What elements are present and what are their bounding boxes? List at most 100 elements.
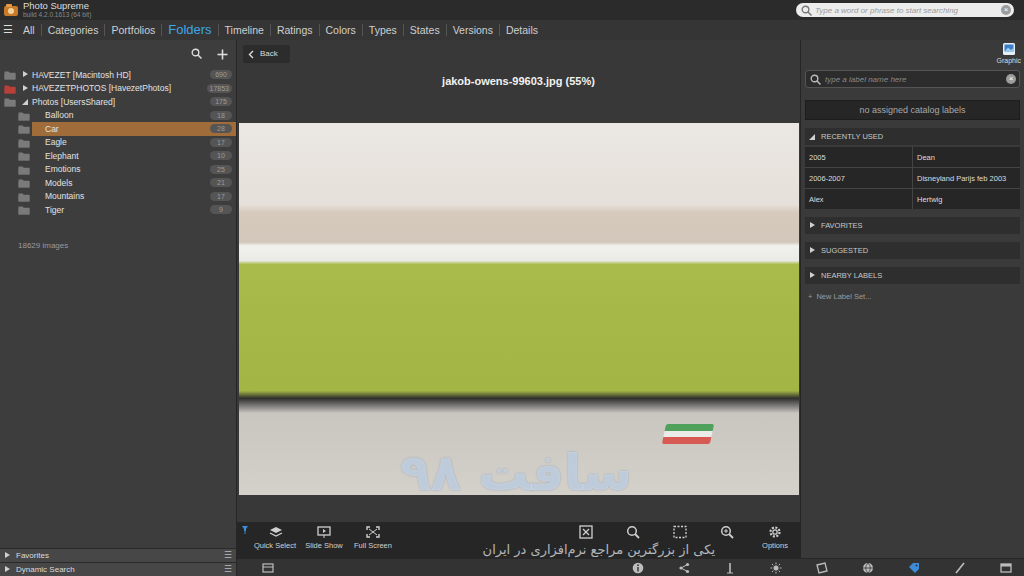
label-chip[interactable]: Disneyland Parijs feb 2003 — [913, 168, 1020, 188]
view-tab[interactable]: Ratings — [270, 24, 319, 36]
count-badge: 175 — [210, 97, 232, 106]
folder-label: Emotions — [45, 164, 210, 174]
tree-item-body[interactable]: Car28 — [32, 122, 236, 136]
toolbar-button[interactable] — [658, 525, 702, 555]
label-chip[interactable]: 2005 — [805, 147, 912, 167]
menu-button[interactable]: ☰ — [3, 23, 13, 36]
label-chip[interactable]: Hertwig — [913, 189, 1020, 209]
section-header[interactable]: NEARBY LABELS — [805, 267, 1020, 284]
view-tab[interactable]: Timeline — [218, 24, 270, 36]
search-icon[interactable] — [810, 74, 821, 85]
new-label-set-button[interactable]: +New Label Set... — [808, 292, 1024, 301]
workspace-panels: Backjakob-owens-99603.jpg (55%)Quick Sel… — [237, 40, 1024, 558]
expand-arrow-icon[interactable] — [4, 552, 10, 559]
tree-item-body[interactable]: HAVEZET [Macintosh HD]690 — [32, 68, 236, 82]
clear-search-button[interactable]: × — [1001, 5, 1011, 15]
view-tab[interactable]: Categories — [41, 24, 105, 36]
quick-select-icon — [267, 525, 283, 539]
search-icon[interactable] — [801, 5, 812, 16]
graphic-button[interactable]: Graphic — [996, 42, 1021, 65]
expand-arrow-icon[interactable] — [22, 71, 28, 78]
count-badge: 28 — [210, 124, 232, 133]
expand-arrow-icon[interactable] — [4, 566, 10, 573]
back-button[interactable]: Back — [243, 45, 290, 63]
workspace: Backjakob-owens-99603.jpg (55%)Quick Sel… — [237, 40, 1024, 576]
toolbar-button[interactable]: Options — [752, 525, 798, 555]
tree-item[interactable]: Tiger9 — [0, 203, 236, 217]
tree-item[interactable]: Balloon18 — [0, 109, 236, 123]
info-icon[interactable] — [632, 562, 644, 574]
view-tab[interactable]: Portfolios — [104, 24, 161, 36]
expand-arrow-icon[interactable] — [809, 222, 815, 229]
tree-item-body[interactable]: Emotions25 — [32, 163, 236, 177]
toolbar-button[interactable]: Slide Show — [301, 525, 347, 555]
toolbar-button[interactable]: Full Screen — [350, 525, 396, 555]
folder-label: Tiger — [45, 205, 210, 215]
share-icon[interactable] — [678, 562, 690, 574]
tree-item-body[interactable]: Elephant10 — [32, 149, 236, 163]
expand-arrow-icon[interactable] — [22, 98, 28, 105]
toolbar-label: Quick Select — [254, 541, 296, 550]
globe-icon[interactable] — [862, 562, 874, 574]
tree-item[interactable]: Elephant10 — [0, 149, 236, 163]
brightness-icon[interactable] — [770, 562, 782, 574]
add-icon[interactable] — [217, 49, 228, 60]
count-badge: 9 — [210, 205, 232, 214]
tree-item[interactable]: Mountains17 — [0, 190, 236, 204]
panel-section[interactable]: Favorites☰ — [0, 548, 236, 562]
layout-icon[interactable] — [262, 562, 274, 574]
expand-arrow-icon[interactable] — [809, 133, 815, 140]
tree-item[interactable]: Photos [UsersShared]175 — [0, 95, 236, 109]
tree-item[interactable]: Car28 — [0, 122, 236, 136]
view-tab[interactable]: Versions — [446, 24, 499, 36]
search-input[interactable] — [815, 4, 998, 17]
label-chip[interactable]: 2006-2007 — [805, 168, 912, 188]
label-chip[interactable]: Alex — [805, 189, 912, 209]
expand-arrow-icon[interactable] — [809, 247, 815, 254]
expand-arrow-icon[interactable] — [809, 272, 815, 279]
view-tab[interactable]: Details — [499, 24, 544, 36]
search-icon[interactable] — [191, 48, 203, 60]
label-chip[interactable]: Dean — [913, 147, 1020, 167]
panel-section[interactable]: Dynamic Search☰ — [0, 562, 236, 576]
section-menu-button[interactable]: ☰ — [224, 550, 232, 561]
label-search-input[interactable] — [825, 73, 1002, 86]
view-tab[interactable]: Types — [362, 24, 403, 36]
section-title: FAVORITES — [821, 221, 863, 230]
tree-item[interactable]: Emotions25 — [0, 163, 236, 177]
tree-item-body[interactable]: Tiger9 — [32, 203, 236, 217]
frame-icon[interactable] — [816, 562, 828, 574]
section-header[interactable]: RECENTLY USED — [805, 128, 1020, 145]
tree-item-body[interactable]: Photos [UsersShared]175 — [32, 95, 236, 109]
tree-item[interactable]: Models21 — [0, 176, 236, 190]
label-search[interactable]: × — [805, 70, 1020, 88]
view-tab[interactable]: States — [403, 24, 446, 36]
tree-item[interactable]: Eagle17 — [0, 136, 236, 150]
photo[interactable] — [239, 123, 799, 495]
tree-item-body[interactable]: Balloon18 — [32, 109, 236, 123]
brush-icon[interactable] — [954, 562, 966, 574]
section-header[interactable]: SUGGESTED — [805, 242, 1020, 259]
toolbar-button[interactable]: Quick Select — [252, 525, 298, 555]
view-tab[interactable]: All — [17, 24, 41, 36]
tree-item[interactable]: HAVEZETPHOTOS [HavezetPhotos]17853 — [0, 82, 236, 96]
tree-item-body[interactable]: Models21 — [32, 176, 236, 190]
section-menu-button[interactable]: ☰ — [224, 564, 232, 575]
section-header[interactable]: FAVORITES — [805, 217, 1020, 234]
tag-icon[interactable] — [908, 562, 920, 574]
view-tab[interactable]: Folders — [161, 24, 217, 36]
view-tab[interactable]: Colors — [319, 24, 362, 36]
clear-label-search-button[interactable]: × — [1006, 74, 1016, 84]
marker-icon[interactable] — [724, 562, 736, 574]
tree-item-body[interactable]: Eagle17 — [32, 136, 236, 150]
window-icon[interactable] — [1000, 562, 1012, 574]
tree-item-body[interactable]: Mountains17 — [32, 190, 236, 204]
toolbar-button[interactable] — [611, 525, 655, 555]
tree-item-body[interactable]: HAVEZETPHOTOS [HavezetPhotos]17853 — [32, 82, 236, 96]
global-search[interactable]: × — [796, 3, 1014, 17]
expand-arrow-icon[interactable] — [22, 85, 28, 92]
pin-icon[interactable] — [241, 525, 249, 534]
tree-item[interactable]: HAVEZET [Macintosh HD]690 — [0, 68, 236, 82]
toolbar-button[interactable] — [564, 525, 608, 555]
toolbar-button[interactable] — [705, 525, 749, 555]
